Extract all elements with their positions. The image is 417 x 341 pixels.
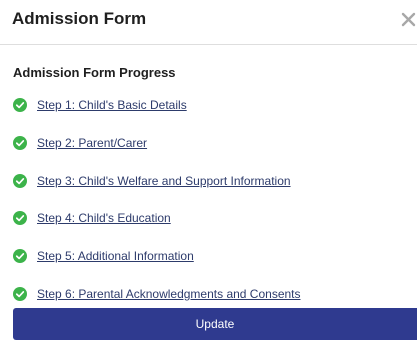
step-item-5: Step 5: Additional Information [13, 248, 413, 264]
progress-step-list: Step 1: Child's Basic Details Step 2: Pa… [13, 97, 413, 324]
check-circle-icon [13, 135, 27, 150]
step-link-6[interactable]: Step 6: Parental Acknowledgments and Con… [37, 286, 301, 302]
step-item-4: Step 4: Child's Education [13, 210, 413, 226]
check-circle-icon [13, 98, 27, 112]
step-link-3[interactable]: Step 3: Child's Welfare and Support Info… [37, 173, 291, 189]
step-item-3: Step 3: Child's Welfare and Support Info… [13, 173, 413, 189]
close-icon[interactable] [400, 10, 417, 28]
admission-form-modal: Admission Form Admission Form Progress S… [0, 0, 417, 341]
step-link-1[interactable]: Step 1: Child's Basic Details [37, 97, 187, 113]
step-link-2[interactable]: Step 2: Parent/Carer [37, 135, 147, 151]
check-circle-icon [13, 173, 27, 188]
step-link-4[interactable]: Step 4: Child's Education [37, 210, 171, 226]
step-item-1: Step 1: Child's Basic Details [13, 97, 413, 113]
check-circle-icon [13, 211, 27, 226]
check-circle-icon [13, 249, 27, 264]
modal-header: Admission Form [0, 0, 417, 45]
check-circle-icon [13, 286, 27, 301]
step-item-2: Step 2: Parent/Carer [13, 135, 413, 151]
progress-section-title: Admission Form Progress [13, 65, 176, 80]
modal-title: Admission Form [12, 9, 147, 28]
update-button[interactable]: Update [13, 308, 417, 340]
step-link-5[interactable]: Step 5: Additional Information [37, 248, 194, 264]
step-item-6: Step 6: Parental Acknowledgments and Con… [13, 286, 413, 302]
